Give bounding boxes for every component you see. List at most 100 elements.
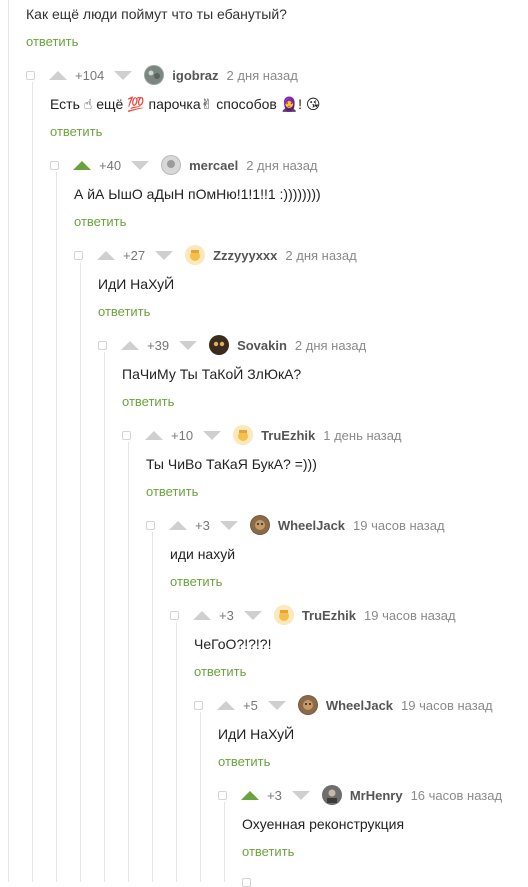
downvote-icon[interactable]	[291, 790, 310, 800]
comment-rating: +10	[171, 427, 194, 443]
reply-link[interactable]: ответить	[26, 34, 78, 49]
avatar[interactable]	[297, 695, 318, 715]
reply-link[interactable]: ответить	[194, 664, 246, 679]
upvote-icon[interactable]	[97, 250, 115, 260]
comment-author[interactable]: MrHenry	[350, 788, 403, 803]
avatar[interactable]	[144, 65, 165, 85]
downvote-icon[interactable]	[155, 250, 174, 260]
comment-time[interactable]: 1 день назад	[323, 428, 401, 443]
comment-time[interactable]: 2 дня назад	[295, 338, 366, 353]
thread-line	[128, 442, 129, 882]
comment-time[interactable]: 16 часов назад	[411, 788, 503, 803]
avatar[interactable]	[161, 155, 182, 175]
comment-time[interactable]: 2 дня назад	[246, 158, 317, 173]
downvote-icon[interactable]	[179, 340, 198, 350]
collapse-icon[interactable]	[50, 160, 59, 170]
upvote-icon[interactable]	[193, 610, 211, 620]
upvote-icon[interactable]	[169, 520, 187, 530]
reply-link[interactable]: ответить	[74, 214, 126, 229]
reply-link[interactable]: ответить	[218, 754, 270, 769]
thread-line	[200, 712, 201, 882]
comment-header: +27 Zzzyyyxxx 2 дня назад	[74, 245, 357, 265]
upvote-icon[interactable]	[145, 430, 163, 440]
comment-text: Ты ЧиВо ТаКаЯ БукА? =)))	[146, 456, 317, 472]
thread-line	[56, 172, 57, 882]
comment-author[interactable]: igobraz	[172, 68, 218, 83]
collapse-icon[interactable]	[170, 610, 179, 620]
comment-author[interactable]: Sovakin	[237, 338, 287, 353]
comment-text: Охуенная реконструкция	[242, 816, 405, 832]
comment-text: ИдИ НаХуЙ	[98, 276, 175, 292]
downvote-icon[interactable]	[243, 610, 262, 620]
collapse-icon[interactable]	[146, 520, 155, 530]
collapse-icon[interactable]	[74, 250, 83, 260]
comment-time[interactable]: 19 часов назад	[364, 608, 456, 623]
avatar[interactable]	[273, 605, 294, 625]
avatar[interactable]	[185, 245, 206, 265]
downvote-icon[interactable]	[203, 430, 222, 440]
downvote-icon[interactable]	[267, 700, 286, 710]
thread-line	[224, 802, 225, 882]
comment-author[interactable]: TruEzhik	[302, 608, 356, 623]
comment-rating: +3	[195, 517, 210, 533]
comment-rating: +104	[75, 67, 105, 83]
avatar[interactable]	[321, 785, 342, 805]
comment-rating: +3	[219, 607, 234, 623]
reply-link[interactable]: ответить	[98, 304, 150, 319]
reply-link[interactable]: ответить	[170, 574, 222, 589]
thread-line	[32, 82, 33, 882]
comment-text: ЧеГоО?!?!?!	[194, 636, 272, 652]
comment-time[interactable]: 19 часов назад	[353, 518, 445, 533]
comment-header: +10 TruEzhik 1 день назад	[122, 425, 402, 445]
upvote-icon[interactable]	[241, 790, 259, 800]
upvote-icon[interactable]	[49, 70, 67, 80]
reply-link[interactable]: ответить	[122, 394, 174, 409]
comment-text: Есть ☝ ещё 💯 парочка✌ способов 🧕! 😘	[50, 96, 321, 112]
thread-line	[80, 262, 81, 882]
comment-rating: +5	[243, 697, 258, 713]
upvote-icon[interactable]	[73, 160, 91, 170]
comment-header: +104 igobraz 2 дня назад	[26, 65, 298, 85]
comment-time[interactable]: 19 часов назад	[401, 698, 493, 713]
collapse-icon[interactable]	[122, 430, 131, 440]
comment-header: +3 MrHenry 16 часов назад	[218, 785, 502, 805]
comment-text: иди нахуй	[170, 546, 236, 562]
collapse-icon[interactable]	[218, 790, 227, 800]
comment-header: +39 Sovakin 2 дня назад	[98, 335, 366, 355]
comment-text: ИдИ НаХуЙ	[218, 726, 295, 742]
collapse-icon[interactable]	[194, 700, 203, 710]
comment-text: ПаЧиМу Ты ТаКоЙ ЗлЮкА?	[122, 366, 302, 382]
comment-time[interactable]: 2 дня назад	[227, 68, 298, 83]
comment-header: +40 mercael 2 дня назад	[50, 155, 318, 175]
collapse-icon[interactable]	[242, 878, 251, 887]
collapse-icon[interactable]	[26, 70, 35, 80]
comment-header: +3 TruEzhik 19 часов назад	[170, 605, 456, 625]
reply-link[interactable]: ответить	[50, 124, 102, 139]
avatar[interactable]	[233, 425, 254, 445]
reply-link[interactable]: ответить	[242, 844, 294, 859]
comment-rating: +27	[123, 247, 146, 263]
comment-time[interactable]: 2 дня назад	[285, 248, 356, 263]
upvote-icon[interactable]	[121, 340, 139, 350]
comment-header: +3 WheelJack 19 часов назад	[146, 515, 445, 535]
upvote-icon[interactable]	[217, 700, 235, 710]
comment-rating: +3	[267, 787, 282, 803]
thread-line	[8, 0, 9, 882]
thread-line	[152, 532, 153, 882]
comment-rating: +39	[147, 337, 170, 353]
comment-text: А йА ЫшО аДыН пОмНю!1!1!!1 :))))))))	[74, 186, 321, 202]
comment-author[interactable]: WheelJack	[326, 698, 393, 713]
downvote-icon[interactable]	[131, 160, 150, 170]
comment-author[interactable]: Zzzyyyxxx	[213, 248, 277, 263]
avatar[interactable]	[249, 515, 270, 535]
comment-rating: +40	[99, 157, 122, 173]
comment-author[interactable]: WheelJack	[278, 518, 345, 533]
collapse-icon[interactable]	[98, 340, 107, 350]
avatar[interactable]	[209, 335, 230, 355]
thread-line	[176, 622, 177, 882]
downvote-icon[interactable]	[114, 70, 133, 80]
downvote-icon[interactable]	[219, 520, 238, 530]
comment-author[interactable]: TruEzhik	[261, 428, 315, 443]
comment-author[interactable]: mercael	[189, 158, 238, 173]
reply-link[interactable]: ответить	[146, 484, 198, 499]
